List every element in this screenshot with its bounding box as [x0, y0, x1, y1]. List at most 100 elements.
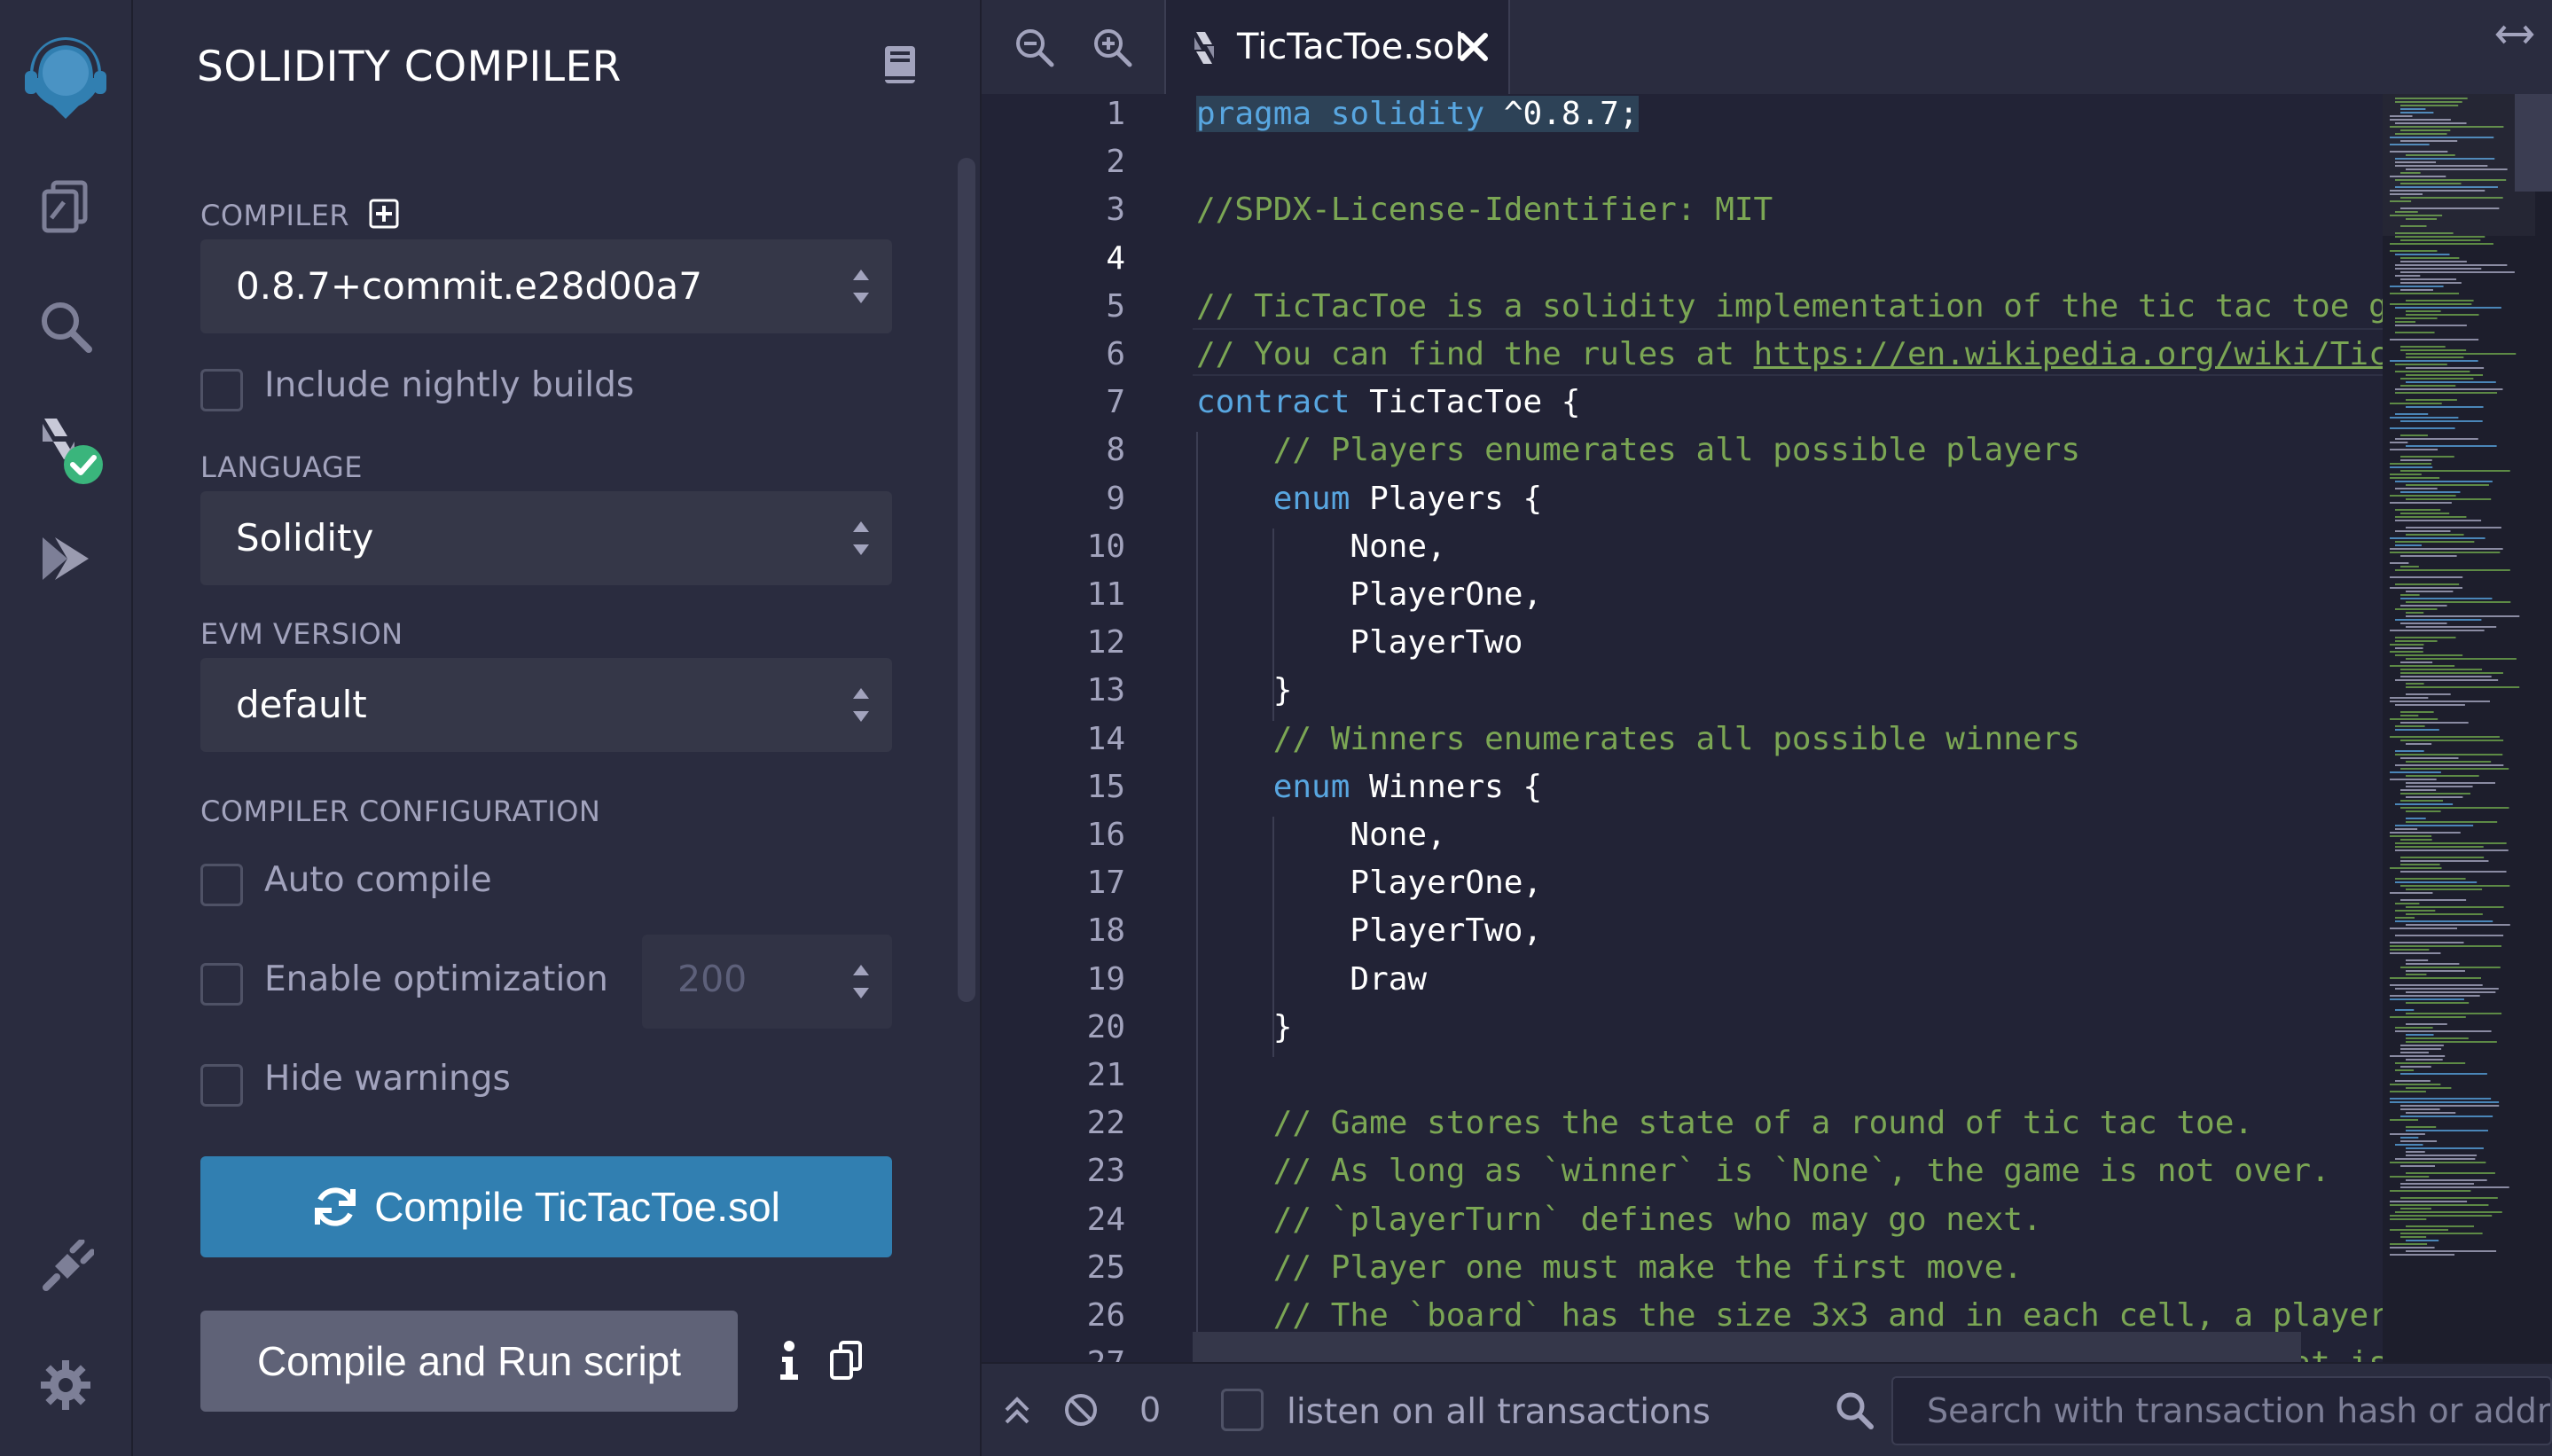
line-number: 23 [1086, 1153, 1125, 1190]
listen-all-transactions-checkbox[interactable] [1221, 1389, 1264, 1431]
minimap-line [2390, 949, 2430, 951]
minimap-line [2395, 608, 2438, 610]
double-chevron-up-icon[interactable] [999, 1392, 1035, 1428]
code-line[interactable]: } [1196, 672, 1293, 708]
code-line[interactable]: enum Winners { [1196, 769, 1542, 805]
auto-compile-checkbox[interactable] [200, 864, 243, 906]
code-line[interactable]: pragma solidity ^0.8.7; [1196, 96, 1639, 132]
minimap-line [2406, 1147, 2484, 1149]
minimap-line [2390, 998, 2464, 1000]
minimap-line [2400, 594, 2420, 596]
minimap-slider[interactable] [2383, 94, 2535, 236]
code-line[interactable]: PlayerOne, [1196, 576, 1542, 613]
compiler-version-select[interactable]: 0.8.7+commit.e28d00a7 [200, 239, 892, 333]
code-editor[interactable]: 1 pragma solidity ^0.8.7; 2 3//SPDX-License… [982, 94, 2383, 1362]
editor-vertical-scrollbar[interactable] [2515, 94, 2552, 192]
code-line[interactable]: // Winners enumerates all possible winne… [1196, 721, 2080, 757]
minimap-line [2406, 1112, 2456, 1114]
minimap-line [2390, 651, 2423, 653]
code-line[interactable]: // As long as `winner` is `None`, the ga… [1196, 1153, 2330, 1189]
evm-version-select[interactable]: default [200, 658, 892, 752]
minimap-line [2400, 1233, 2483, 1234]
minimap-line [2406, 310, 2441, 312]
minimap-line [2406, 810, 2441, 812]
minimap-line [2390, 1204, 2489, 1206]
code-line[interactable]: contract TicTacToe { [1196, 384, 1580, 420]
panel-scrollbar[interactable] [958, 158, 975, 1002]
minimap-line [2395, 704, 2465, 706]
code-line[interactable]: None, [1196, 528, 1445, 565]
minimap-line [2400, 967, 2501, 968]
line-number: 12 [1086, 624, 1125, 661]
compile-and-run-script-button[interactable]: Compile and Run script [200, 1311, 738, 1412]
minimap-line [2390, 303, 2472, 305]
minimap-line [2390, 644, 2424, 646]
language-select[interactable]: Solidity [200, 491, 892, 585]
nightly-builds-checkbox[interactable] [200, 369, 243, 411]
solidity-compiler-icon[interactable] [25, 406, 106, 488]
minimap-line [2395, 438, 2478, 440]
code-line[interactable]: PlayerTwo, [1196, 912, 1542, 949]
line-number: 18 [1086, 912, 1125, 950]
minimap-line [2400, 1066, 2431, 1068]
minimap-line [2400, 1137, 2419, 1139]
code-line[interactable]: // You can find the rules at https://en.… [1196, 336, 2383, 372]
tab-tictactoe[interactable]: TicTacToe.sol [1164, 0, 1510, 94]
minimap-line [2390, 984, 2483, 986]
remix-logo-icon[interactable] [16, 27, 115, 126]
minimap-line [2406, 959, 2429, 961]
code-line[interactable]: PlayerOne, [1196, 865, 1542, 901]
minimap-line [2395, 903, 2420, 904]
info-icon[interactable] [771, 1339, 807, 1383]
minimap-line [2400, 839, 2432, 841]
minimap-line [2406, 353, 2517, 355]
code-line[interactable]: enum Players { [1196, 481, 1542, 517]
code-line[interactable]: // TicTacToe is a solidity implementatio… [1196, 288, 2383, 325]
minimap-line [2406, 1172, 2495, 1174]
close-icon[interactable] [1457, 30, 1491, 64]
minimap-line [2406, 591, 2454, 592]
optimization-runs-input[interactable]: 200 [642, 935, 892, 1029]
code-line[interactable]: // Player one must make the first move. [1196, 1249, 2023, 1286]
minimap-line [2395, 729, 2439, 731]
minimap-line [2406, 534, 2464, 536]
code-line[interactable]: // Players enumerates all possible playe… [1196, 432, 2080, 468]
minimap-line [2400, 566, 2419, 568]
code-line[interactable]: PlayerTwo [1196, 624, 1523, 661]
expand-horizontal-icon[interactable] [2494, 20, 2535, 50]
plugin-manager-icon[interactable] [25, 1227, 106, 1309]
code-line[interactable]: } [1196, 1009, 1293, 1045]
hide-warnings-checkbox[interactable] [200, 1064, 243, 1107]
minimap-line [2390, 977, 2481, 979]
zoom-in-icon[interactable] [1092, 27, 1132, 67]
minimap-line [2390, 403, 2442, 404]
transaction-search-input[interactable] [1891, 1376, 2552, 1445]
line-number: 8 [1106, 432, 1125, 469]
settings-gear-icon[interactable] [25, 1344, 106, 1426]
clear-console-icon[interactable] [1063, 1392, 1099, 1428]
copy-icon[interactable] [828, 1341, 864, 1382]
search-icon [1836, 1392, 1874, 1429]
minimap-line [2406, 818, 2426, 819]
enable-optimization-checkbox[interactable] [200, 963, 243, 1006]
compile-button[interactable]: Compile TicTacToe.sol [200, 1156, 892, 1257]
documentation-book-icon[interactable] [881, 44, 919, 85]
code-line[interactable]: // Game stores the state of a round of t… [1196, 1105, 2253, 1141]
minimap[interactable] [2383, 94, 2552, 1362]
code-line[interactable]: //SPDX-License-Identifier: MIT [1196, 192, 1773, 228]
code-line[interactable]: // `playerTurn` defines who may go next. [1196, 1202, 2042, 1238]
add-compiler-icon[interactable] [369, 199, 399, 229]
zoom-out-icon[interactable] [1014, 27, 1054, 67]
minimap-line [2406, 913, 2483, 915]
minimap-line [2400, 1186, 2509, 1188]
deploy-run-icon[interactable] [25, 518, 106, 599]
file-explorer-icon[interactable] [25, 165, 106, 247]
code-line[interactable]: // The `board` has the size 3x3 and in e… [1196, 1297, 2383, 1334]
search-icon[interactable] [25, 286, 106, 367]
minimap-line [2395, 481, 2493, 482]
editor-horizontal-scrollbar[interactable] [1193, 1332, 2301, 1362]
code-line[interactable]: Draw [1196, 961, 1427, 998]
code-line[interactable]: None, [1196, 817, 1445, 853]
minimap-line [2406, 356, 2464, 358]
optimization-runs-value: 200 [677, 958, 748, 1000]
